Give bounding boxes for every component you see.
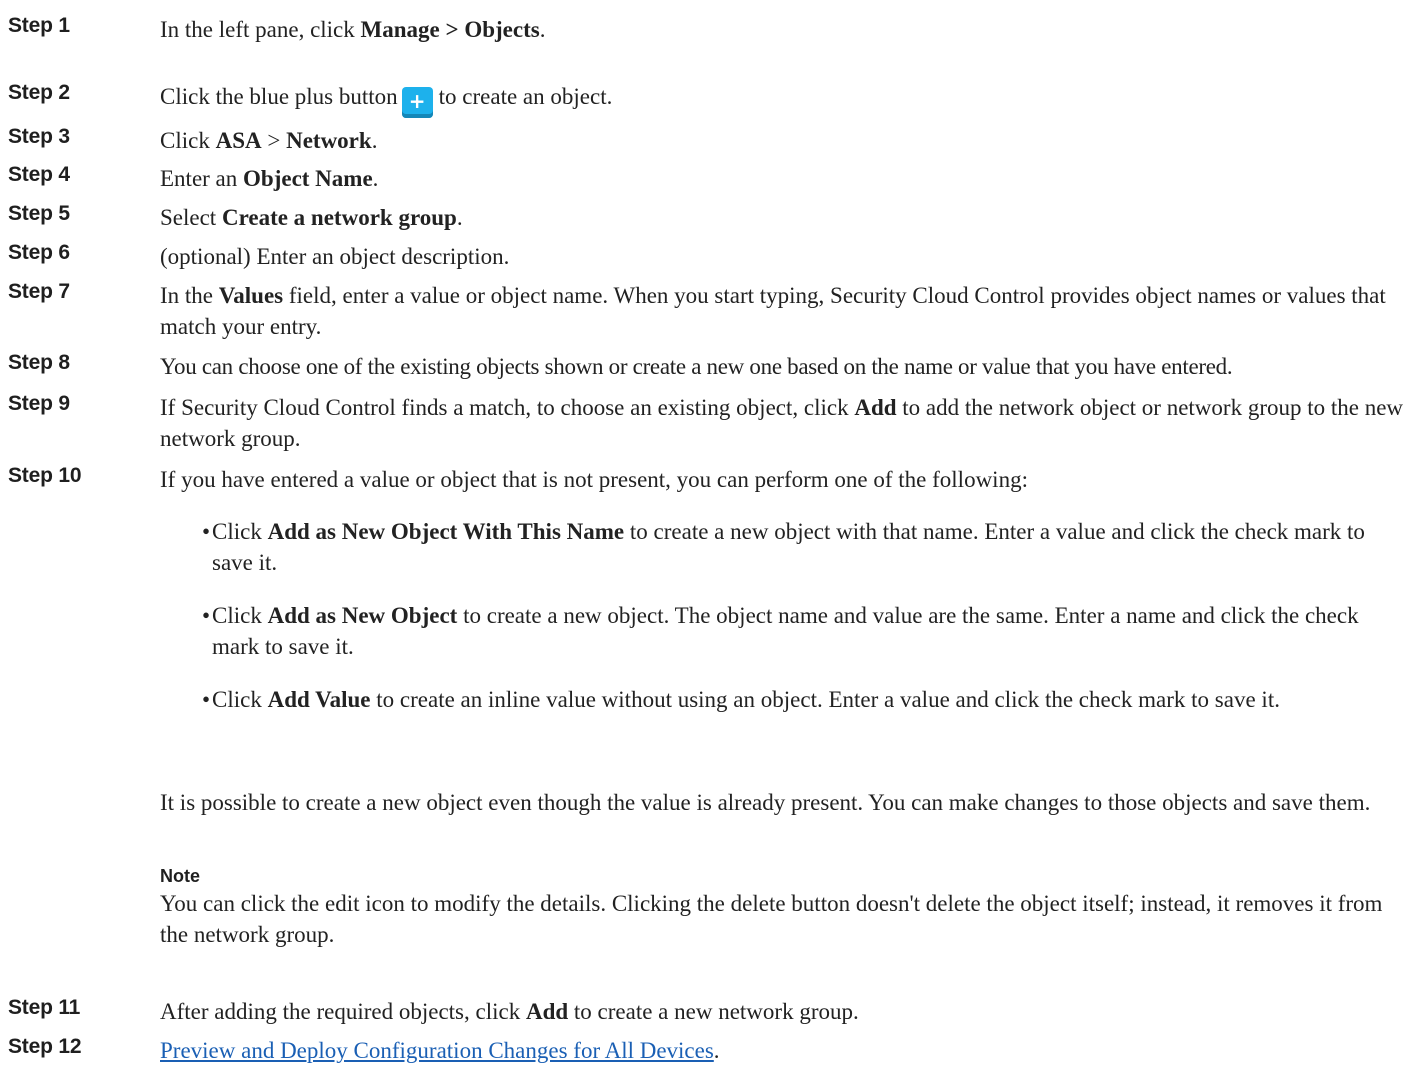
plus-icon: + [401,87,433,118]
step-label: Step 5 [8,202,70,225]
step-text: Enter an Object Name. [160,166,379,191]
step-label: Step 7 [8,280,70,303]
step-label: Step 8 [8,351,70,374]
step-text: Preview and Deploy Configuration Changes… [160,1038,720,1063]
step-label: Step 2 [8,81,70,104]
step-label: Step 6 [8,241,70,264]
step-label: Step 11 [8,996,81,1019]
step-text: You can choose one of the existing objec… [160,354,1233,379]
step-label: Step 3 [8,125,70,148]
step-text: Select Create a network group. [160,205,463,230]
step-text: If you have entered a value or object th… [160,467,1028,492]
list-item: • Click Add as New Object With This Name … [202,516,1408,578]
step-text: After adding the required objects, click… [160,999,859,1024]
step-text: In the left pane, click Manage > Objects… [160,17,546,42]
list-item: • Click Add as New Object to create a new… [202,600,1408,662]
menu-path: Manage > Objects [360,17,540,42]
info-paragraph: It is possible to create a new object ev… [160,790,1371,815]
note-label: Note [160,866,200,886]
bullet-icon: • [202,603,211,628]
step-label: Step 4 [8,163,70,186]
note-text: You can click the edit icon to modify th… [160,891,1383,947]
bullet-icon: • [202,519,211,544]
step-label: Step 1 [8,14,70,37]
list-item: • Click Add Value to create an inline val… [202,684,1408,715]
step-text: If Security Cloud Control finds a match,… [160,395,1404,451]
step-text: Click ASA > Network. [160,128,378,153]
step-label: Step 10 [8,464,82,487]
bullet-icon: • [202,687,211,712]
step-text: In the Values field, enter a value or ob… [160,283,1386,339]
step-label: Step 9 [8,392,70,415]
step-text: Click the blue plus button + to create an … [160,81,1408,118]
step-text: (optional) Enter an object description. [160,244,510,269]
step-label: Step 12 [8,1035,82,1058]
preview-deploy-link[interactable]: Preview and Deploy Configuration Changes… [160,1038,714,1063]
